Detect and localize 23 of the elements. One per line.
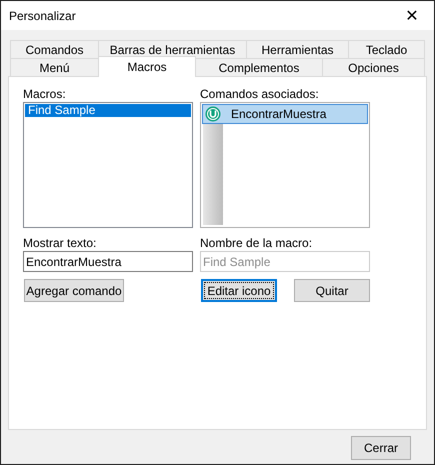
list-item[interactable]: EncontrarMuestra xyxy=(202,104,368,124)
tab[interactable]: Complementos xyxy=(195,58,323,77)
field-label: Comandos asociados: xyxy=(200,87,320,101)
close-button[interactable]: ✕ xyxy=(390,1,434,30)
field-label: Nombre de la macro: xyxy=(200,236,314,250)
tab[interactable]: Menú xyxy=(10,58,99,77)
command-list[interactable]: EncontrarMuestra xyxy=(200,102,370,228)
close-dialog-button[interactable]: Cerrar xyxy=(351,436,411,460)
command-name: EncontrarMuestra xyxy=(231,107,326,121)
tab[interactable]: Comandos xyxy=(10,40,99,58)
dialog-button[interactable]: Editar icono xyxy=(201,279,277,302)
dialog-button[interactable]: Agregar comando xyxy=(24,279,124,302)
window-title: Personalizar xyxy=(9,8,76,22)
tab[interactable]: Opciones xyxy=(322,58,425,77)
macro-list[interactable]: Find Sample xyxy=(23,102,193,228)
dialog-button[interactable]: Quitar xyxy=(294,279,370,302)
tab[interactable]: Teclado xyxy=(348,40,425,58)
list-item[interactable]: Find Sample xyxy=(25,104,191,117)
field-label: Mostrar texto: xyxy=(23,236,98,250)
circle-u-icon xyxy=(205,106,221,122)
tab[interactable]: Macros xyxy=(98,56,196,77)
text-field[interactable]: EncontrarMuestra xyxy=(23,251,193,272)
field-label: Macros: xyxy=(23,87,67,101)
